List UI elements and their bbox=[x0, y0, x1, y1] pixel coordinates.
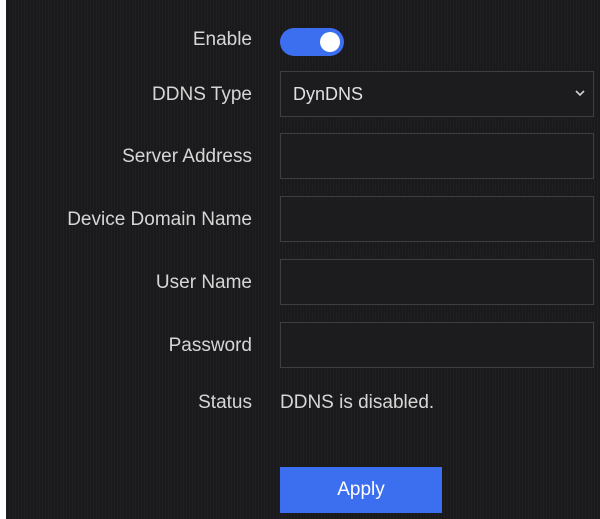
password-input[interactable] bbox=[280, 322, 594, 368]
ddns-type-label: DDNS Type bbox=[152, 84, 252, 105]
user-name-input[interactable] bbox=[280, 259, 594, 305]
chevron-down-icon bbox=[575, 90, 585, 97]
ddns-type-value: DynDNS bbox=[293, 84, 364, 104]
user-name-label: User Name bbox=[155, 272, 252, 293]
toggle-knob bbox=[320, 32, 340, 52]
enable-label: Enable bbox=[192, 29, 252, 50]
apply-button[interactable]: Apply bbox=[280, 467, 442, 513]
status-value: DDNS is disabled. bbox=[280, 392, 435, 413]
server-address-input[interactable] bbox=[280, 133, 594, 179]
status-label: Status bbox=[198, 392, 252, 413]
enable-toggle[interactable] bbox=[280, 28, 344, 56]
ddns-settings-panel: Enable DDNS Type DynDNS Server Address D… bbox=[6, 0, 600, 519]
device-domain-name-input[interactable] bbox=[280, 196, 594, 242]
password-label: Password bbox=[168, 335, 252, 356]
server-address-label: Server Address bbox=[122, 146, 252, 167]
device-domain-name-label: Device Domain Name bbox=[67, 209, 252, 230]
ddns-type-select[interactable]: DynDNS bbox=[280, 71, 594, 117]
